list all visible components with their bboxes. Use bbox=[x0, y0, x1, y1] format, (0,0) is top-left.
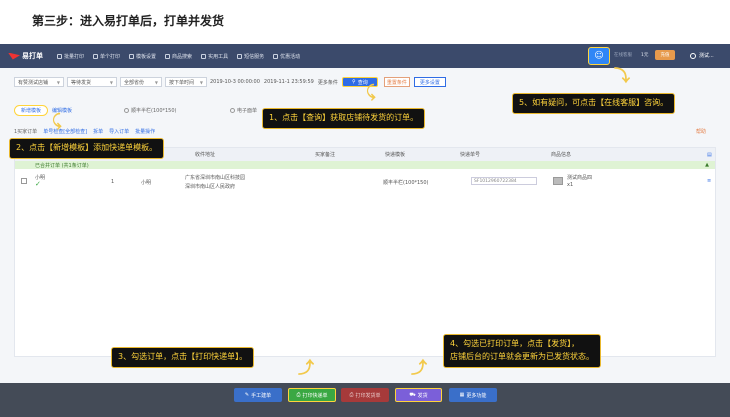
chevron-down-icon: ▼ bbox=[199, 79, 203, 85]
col-address: 收件地址 bbox=[195, 152, 216, 158]
printer-icon bbox=[57, 53, 62, 59]
waybill-input[interactable]: SF1012960722384 bbox=[471, 177, 537, 185]
col-waybill: 快递单号 bbox=[460, 152, 481, 158]
ship-button[interactable]: ⛟ 发货 bbox=[395, 388, 442, 402]
address-line-2: 深圳市南山区人民政府 bbox=[185, 184, 236, 190]
nav-batch-print[interactable]: 批量打印 bbox=[57, 53, 84, 60]
template-option-sf[interactable]: 顺丰半栏(100*150) bbox=[124, 107, 177, 114]
row-checkbox[interactable] bbox=[21, 178, 27, 184]
column-settings-icon[interactable]: ▤ bbox=[707, 152, 712, 158]
status-select[interactable]: 等待发货 ▼ bbox=[67, 77, 117, 87]
qq-icon: ☺ bbox=[594, 51, 604, 61]
nav-product-search[interactable]: 商品搜索 bbox=[165, 53, 192, 60]
nav-promotions[interactable]: 优惠活动 bbox=[273, 53, 300, 60]
chevron-down-icon: ▼ bbox=[154, 79, 158, 85]
row-menu-icon[interactable]: ≡ bbox=[707, 178, 711, 184]
search-icon: ⚲ bbox=[352, 79, 356, 85]
table-row[interactable]: 小明 ✓ 1 小明 广东省深圳市南山区科技园 深圳市南山区人民政府 顺丰半栏(1… bbox=[15, 170, 715, 196]
callout-step-3: 3、勾选订单，点击【打印快递单】。 bbox=[111, 347, 255, 368]
template-icon bbox=[129, 53, 135, 59]
printer-icon: ⎙ bbox=[349, 392, 354, 398]
province-select[interactable]: 全部省份 ▼ bbox=[120, 77, 162, 87]
nav-single-print[interactable]: 单个打印 bbox=[93, 53, 120, 60]
grid-icon: ▦ bbox=[459, 392, 465, 398]
document-icon bbox=[93, 53, 99, 59]
action-link-row: 1买家订单 单号检查[全部检查] 拆单 导入订单 批量操作 bbox=[14, 128, 155, 135]
nav-template-settings[interactable]: 模板设置 bbox=[129, 53, 156, 60]
print-waybill-button[interactable]: ⎙ 打印快递单 bbox=[288, 388, 336, 402]
more-conditions-link[interactable]: 更多条件 bbox=[318, 79, 338, 86]
radio-icon bbox=[230, 107, 235, 113]
more-functions-button[interactable]: ▦ 更多功能 bbox=[449, 388, 497, 402]
nav-sms[interactable]: 短信服务 bbox=[237, 53, 264, 60]
quantity: 1 bbox=[111, 179, 115, 185]
batch-operations-link[interactable]: 批量操作 bbox=[135, 128, 155, 135]
buyer-orders-tab[interactable]: 1买家订单 bbox=[14, 128, 37, 135]
import-orders-link[interactable]: 导入订单 bbox=[109, 128, 129, 135]
print-invoice-button[interactable]: ⎙ 打印发货单 bbox=[341, 388, 389, 402]
receiver-name: 小明 bbox=[141, 180, 152, 186]
filter-bar: 有赞测试店铺 ▼ 等待发货 ▼ 全部省份 ▼ 按下单时间 ▼ 2019-10-3 00:… bbox=[14, 77, 446, 87]
arrow-icon: ⤹ bbox=[366, 82, 376, 101]
arrow-icon: ⤴ bbox=[411, 358, 428, 377]
merged-group-row[interactable]: 已合并订单 (共1条订单) ▲ bbox=[15, 161, 715, 169]
customer-service-label: 在线客服 bbox=[614, 53, 632, 58]
message-icon bbox=[237, 53, 243, 59]
manual-order-button[interactable]: ✎ 手工建单 bbox=[234, 388, 282, 402]
callout-step-2: 2、点击【新增模板】添加快递单模板。 bbox=[9, 138, 165, 159]
reset-button[interactable]: 重置条件 bbox=[383, 77, 410, 87]
more-settings-button[interactable]: 更多设置 bbox=[413, 77, 446, 87]
edit-icon: ✎ bbox=[244, 392, 250, 398]
callout-step-5: 5、如有疑问，可点击【在线客服】咨询。 bbox=[512, 93, 676, 114]
customer-service-button[interactable]: ☺ bbox=[588, 47, 610, 65]
template-value: 顺丰半栏(100*150) bbox=[383, 180, 429, 186]
bottom-action-bar: ✎ 手工建单 ⎙ 打印快递单 ⎙ 打印发货单 ⛟ 发货 ▦ 更多功能 bbox=[0, 383, 730, 417]
app-logo: 易打单 bbox=[8, 51, 48, 61]
printed-check-icon: ✓ bbox=[35, 180, 41, 188]
callout-step-1: 1、点击【查询】获取店铺待发货的订单。 bbox=[262, 108, 426, 129]
radio-icon bbox=[124, 107, 129, 113]
truck-icon: ⛟ bbox=[409, 391, 416, 398]
gift-icon bbox=[273, 53, 279, 59]
chevron-down-icon: ▼ bbox=[109, 79, 113, 85]
nav-tools[interactable]: 实用工具 bbox=[201, 53, 228, 60]
date-from-input[interactable]: 2019-10-3 00:00:00 bbox=[210, 77, 260, 87]
user-menu[interactable]: 测试... bbox=[690, 52, 714, 59]
page-heading: 第三步：进入易打单后，打单并发货 bbox=[32, 14, 225, 28]
arrow-icon: ⤹ bbox=[52, 111, 62, 130]
chevron-up-icon[interactable]: ▲ bbox=[705, 162, 709, 168]
help-link[interactable]: 帮助 bbox=[696, 128, 706, 135]
product-quantity: x1 bbox=[567, 182, 574, 188]
date-to-input[interactable]: 2019-11-1 23:59:59 bbox=[264, 77, 314, 87]
top-nav-bar: 易打单 批量打印 单个打印 模板设置 商品搜索 实用工具 短信服务 优惠活动 ☺… bbox=[0, 44, 730, 68]
chevron-down-icon: ▼ bbox=[56, 79, 60, 85]
address-line-1: 广东省深圳市南山区科技园 bbox=[185, 175, 246, 181]
time-type-select[interactable]: 按下单时间 ▼ bbox=[165, 77, 207, 87]
product-thumbnail bbox=[553, 177, 563, 185]
arrow-icon: ⤵ bbox=[614, 66, 631, 85]
tool-icon bbox=[201, 53, 207, 59]
recharge-button[interactable]: 充值 bbox=[655, 50, 675, 60]
callout-step-4: 4、勾选已打印订单，点击【发货】， 店铺后台的订单就会更新为已发货状态。 bbox=[443, 334, 601, 368]
shop-select[interactable]: 有赞测试店铺 ▼ bbox=[14, 77, 64, 87]
col-template: 快递模板 bbox=[385, 152, 406, 158]
col-buyer-note: 买家备注 bbox=[315, 152, 336, 158]
search-icon bbox=[165, 53, 171, 59]
avatar-icon bbox=[690, 52, 696, 59]
logo-mark-icon bbox=[8, 52, 20, 60]
waybill-check-link[interactable]: 单号检查[全部检查] bbox=[43, 128, 87, 135]
split-order-link[interactable]: 拆单 bbox=[93, 128, 103, 135]
add-template-button[interactable]: 新增模板 bbox=[14, 104, 48, 116]
balance: 1元 bbox=[641, 53, 649, 58]
col-product: 商品信息 bbox=[551, 152, 572, 158]
orders-table: 收件地址 买家备注 快递模板 快递单号 商品信息 ▤ 已合并订单 (共1条订单)… bbox=[14, 147, 716, 357]
product-name: 测试商品四 bbox=[567, 175, 593, 181]
printer-icon: ⎙ bbox=[296, 392, 301, 398]
template-option-eface[interactable]: 电子面单 bbox=[230, 107, 257, 114]
arrow-icon: ⤴ bbox=[298, 358, 315, 377]
